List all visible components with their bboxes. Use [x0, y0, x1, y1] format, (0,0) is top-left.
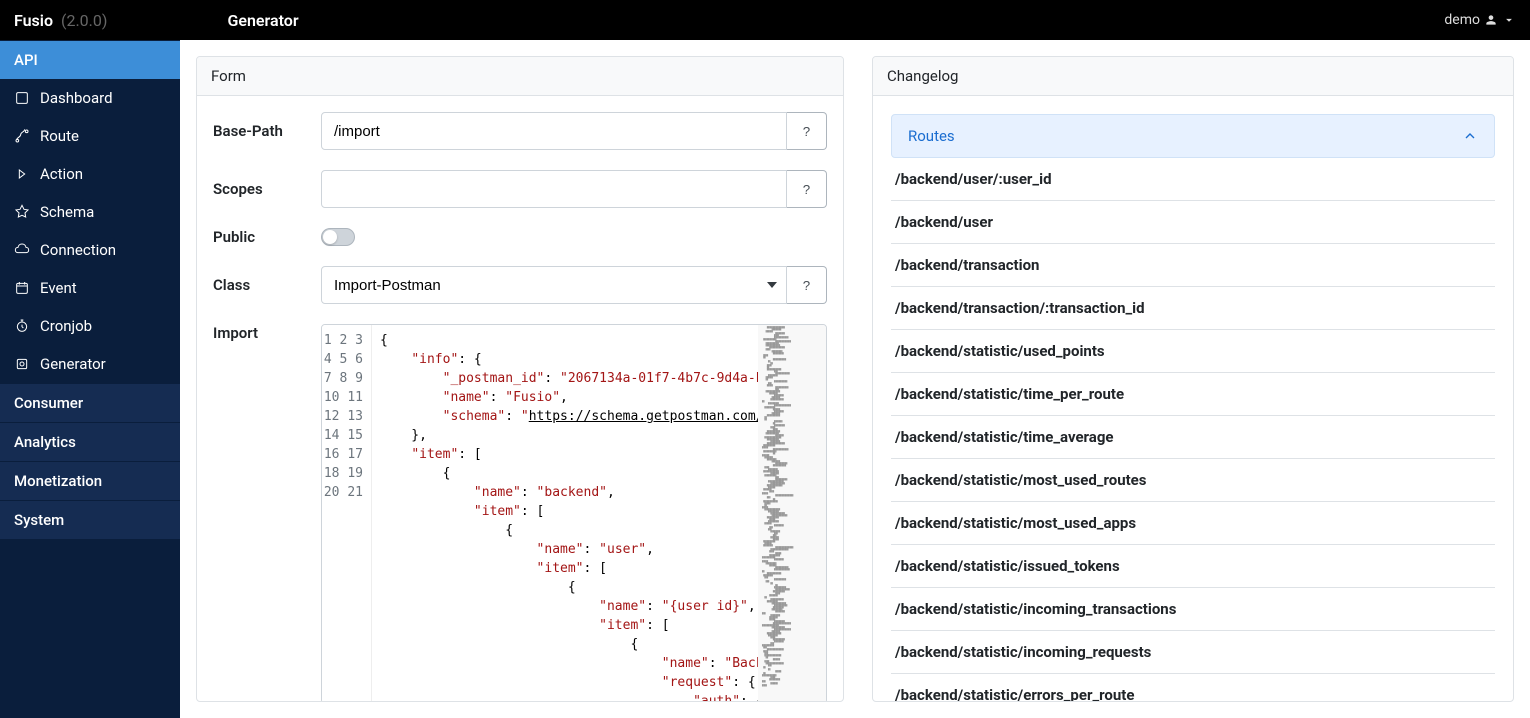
sidebar-item-cronjob[interactable]: Cronjob	[0, 307, 180, 345]
minimap-content: ███████████████ ████████ ██████ ████████…	[758, 325, 826, 689]
sidebar-cat-monetization[interactable]: Monetization	[0, 461, 180, 500]
route-item[interactable]: /backend/transaction	[891, 244, 1495, 287]
help-base-path[interactable]: ?	[787, 112, 827, 150]
dashboard-icon	[14, 90, 30, 106]
panel-changelog: Changelog Routes /backend/user/:user_id/…	[872, 56, 1514, 702]
action-icon	[14, 166, 30, 182]
sidebar-item-schema[interactable]: Schema	[0, 193, 180, 231]
panel-changelog-heading: Changelog	[873, 57, 1513, 96]
route-item[interactable]: /backend/statistic/used_points	[891, 330, 1495, 373]
user-menu[interactable]: demo	[1444, 12, 1516, 28]
help-class[interactable]: ?	[787, 266, 827, 304]
sidebar-item-label: Generator	[40, 355, 106, 373]
sidebar-item-event[interactable]: Event	[0, 269, 180, 307]
brand: Fusio (2.0.0)	[14, 11, 107, 30]
route-item[interactable]: /backend/transaction/:transaction_id	[891, 287, 1495, 330]
sidebar-item-label: Schema	[40, 203, 94, 221]
route-list: /backend/user/:user_id/backend/user/back…	[891, 158, 1495, 701]
panel-form: Form Base-Path ? Scopes ?	[196, 56, 844, 702]
user-name: demo	[1444, 12, 1480, 28]
route-item[interactable]: /backend/statistic/incoming_requests	[891, 631, 1495, 674]
editor-gutter: 1 2 3 4 5 6 7 8 9 10 11 12 13 14 15 16 1…	[322, 325, 372, 701]
route-item[interactable]: /backend/user	[891, 201, 1495, 244]
route-icon	[14, 128, 30, 144]
minimap-cursor[interactable]	[786, 325, 826, 329]
chevron-up-icon	[1462, 128, 1478, 144]
panel-form-heading: Form	[197, 57, 843, 96]
scopes-input[interactable]	[321, 170, 787, 208]
sidebar-item-generator[interactable]: Generator	[0, 345, 180, 383]
import-editor[interactable]: 1 2 3 4 5 6 7 8 9 10 11 12 13 14 15 16 1…	[321, 324, 827, 701]
sidebar: API Dashboard Route Action Schema Connec…	[0, 40, 180, 718]
help-scopes[interactable]: ?	[787, 170, 827, 208]
label-base-path: Base-Path	[213, 122, 321, 140]
route-item[interactable]: /backend/user/:user_id	[891, 158, 1495, 201]
sidebar-item-label: Route	[40, 127, 79, 145]
main: Form Base-Path ? Scopes ?	[180, 40, 1530, 718]
sidebar-item-connection[interactable]: Connection	[0, 231, 180, 269]
class-select[interactable]: Import-Postman	[321, 266, 787, 304]
sidebar-item-label: Cronjob	[40, 317, 92, 335]
sidebar-item-dashboard[interactable]: Dashboard	[0, 79, 180, 117]
label-import: Import	[213, 324, 321, 342]
editor-minimap[interactable]: ███████████████ ████████ ██████ ████████…	[758, 325, 826, 701]
accordion-routes: Routes	[891, 114, 1495, 158]
label-class: Class	[213, 276, 321, 294]
generator-icon	[14, 356, 30, 372]
route-item[interactable]: /backend/statistic/time_average	[891, 416, 1495, 459]
brand-name: Fusio	[14, 11, 53, 30]
sidebar-cat-system[interactable]: System	[0, 500, 180, 539]
sidebar-cat-consumer[interactable]: Consumer	[0, 383, 180, 422]
editor-code[interactable]: { "info": { "_postman_id": "2067134a-01f…	[372, 325, 758, 701]
schema-icon	[14, 204, 30, 220]
sidebar-item-label: Event	[40, 279, 77, 297]
sidebar-item-label: Action	[40, 165, 83, 183]
sidebar-item-label: Connection	[40, 241, 116, 259]
sidebar-cat-api[interactable]: API	[0, 40, 180, 79]
accordion-title: Routes	[908, 127, 955, 145]
chevron-down-icon	[1502, 13, 1516, 27]
user-icon	[1484, 13, 1498, 27]
sidebar-item-action[interactable]: Action	[0, 155, 180, 193]
accordion-routes-toggle[interactable]: Routes	[892, 115, 1494, 157]
base-path-input[interactable]	[321, 112, 787, 150]
route-item[interactable]: /backend/statistic/errors_per_route	[891, 674, 1495, 701]
topbar: Fusio (2.0.0) Generator demo	[0, 0, 1530, 40]
event-icon	[14, 280, 30, 296]
public-toggle[interactable]	[321, 228, 355, 246]
label-scopes: Scopes	[213, 180, 321, 198]
sidebar-item-label: Dashboard	[40, 89, 113, 107]
cronjob-icon	[14, 318, 30, 334]
page-title: Generator	[227, 11, 298, 30]
label-public: Public	[213, 228, 321, 246]
route-item[interactable]: /backend/statistic/time_per_route	[891, 373, 1495, 416]
route-item[interactable]: /backend/statistic/most_used_routes	[891, 459, 1495, 502]
connection-icon	[14, 242, 30, 258]
brand-version: (2.0.0)	[61, 11, 107, 30]
sidebar-item-route[interactable]: Route	[0, 117, 180, 155]
route-item[interactable]: /backend/statistic/most_used_apps	[891, 502, 1495, 545]
route-item[interactable]: /backend/statistic/incoming_transactions	[891, 588, 1495, 631]
route-item[interactable]: /backend/statistic/issued_tokens	[891, 545, 1495, 588]
sidebar-cat-analytics[interactable]: Analytics	[0, 422, 180, 461]
